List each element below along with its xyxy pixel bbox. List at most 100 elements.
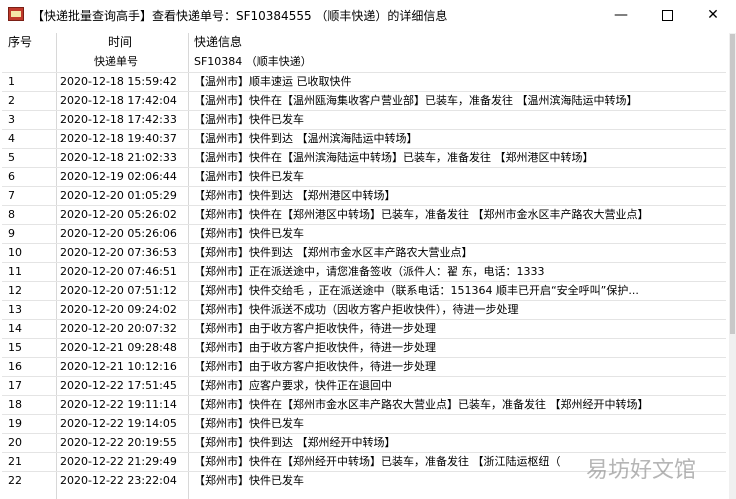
cell-no: 10: [8, 246, 22, 259]
table-row[interactable]: 12 2020-12-20 07:51:12 【郑州市】快件交给毛 ，正在派送途中（…: [2, 281, 726, 300]
cell-time: 2020-12-20 07:51:12: [60, 284, 177, 297]
table-row[interactable]: 19 2020-12-22 19:14:05 【郑州市】快件已发车: [2, 414, 726, 433]
cell-no: 9: [8, 227, 15, 240]
cell-no: 8: [8, 208, 15, 221]
cell-time: 2020-12-22 21:29:49: [60, 455, 177, 468]
cell-no: 17: [8, 379, 22, 392]
cell-no: 15: [8, 341, 22, 354]
close-icon: ✕: [707, 7, 719, 23]
table-row[interactable]: 16 2020-12-21 10:12:16 【郑州市】由于收方客户拒收快件，待进一…: [2, 357, 726, 376]
cell-info: 【郑州市】快件在【郑州市金水区丰产路农大营业点】已装车，准备发往 【郑州经开中转…: [194, 398, 649, 411]
table-row[interactable]: 8 2020-12-20 05:26:02 【郑州市】快件在【郑州港区中转场】已装车…: [2, 205, 726, 224]
cell-time: 2020-12-22 19:11:14: [60, 398, 177, 411]
table-row[interactable]: 10 2020-12-20 07:36:53 【郑州市】快件到达 【郑州市金水区丰产…: [2, 243, 726, 262]
table-row[interactable]: 18 2020-12-22 19:11:14 【郑州市】快件在【郑州市金水区丰产路农…: [2, 395, 726, 414]
cell-info: 【温州市】快件在【温州瓯海集收客户营业部】已装车，准备发往 【温州滨海陆运中转场…: [194, 94, 638, 107]
cell-info: 【郑州市】由于收方客户拒收快件，待进一步处理: [194, 322, 436, 335]
cell-time: 2020-12-20 05:26:02: [60, 208, 177, 221]
cell-no: 21: [8, 455, 22, 468]
cell-time: 2020-12-21 10:12:16: [60, 360, 177, 373]
cell-info: 【温州市】快件已发车: [194, 170, 304, 183]
cell-time: 2020-12-18 17:42:33: [60, 113, 177, 126]
cell-time: 2020-12-22 20:19:55: [60, 436, 177, 449]
cell-no: 22: [8, 474, 22, 487]
cell-no: 20: [8, 436, 22, 449]
table-row[interactable]: 20 2020-12-22 20:19:55 【郑州市】快件到达 【郑州经开中转场】: [2, 433, 726, 452]
cell-time: 2020-12-21 09:28:48: [60, 341, 177, 354]
maximize-button[interactable]: [644, 0, 690, 30]
scrollbar-thumb[interactable]: [730, 34, 735, 334]
cell-info: 【郑州市】快件交给毛 ，正在派送途中（联系电话：151364 顺丰已开启“安全呼…: [194, 284, 639, 297]
cell-time: 2020-12-20 20:07:32: [60, 322, 177, 335]
cell-no: 7: [8, 189, 15, 202]
cell-info: 【郑州市】快件到达 【郑州市金水区丰产路农大营业点】: [194, 246, 473, 259]
cell-info: 【郑州市】快件已发车: [194, 417, 304, 430]
column-header-info[interactable]: 快递信息: [194, 33, 242, 51]
cell-no: 19: [8, 417, 22, 430]
cell-no: 4: [8, 132, 15, 145]
table-row[interactable]: 17 2020-12-22 17:51:45 【郑州市】应客户要求，快件正在退回中: [2, 376, 726, 395]
app-icon: [8, 7, 24, 21]
cell-time: 2020-12-22 23:22:04: [60, 474, 177, 487]
cell-time: 2020-12-18 15:59:42: [60, 75, 177, 88]
tracking-table[interactable]: 序号 时间 快递信息 快递单号 SF10384 （顺丰快递） 1 2020-12-…: [2, 33, 726, 499]
table-row[interactable]: 13 2020-12-20 09:24:02 【郑州市】快件派送不成功（因收方客户拒…: [2, 300, 726, 319]
cell-info: 【郑州市】快件在【郑州港区中转场】已装车，准备发往 【郑州市金水区丰产路农大营业…: [194, 208, 649, 221]
title-bar: 【快递批量查询高手】查看快递单号：SF10384555 （顺丰快递）的详细信息 …: [0, 0, 736, 30]
table-row[interactable]: 15 2020-12-21 09:28:48 【郑州市】由于收方客户拒收快件，待进一…: [2, 338, 726, 357]
tracking-number-value: SF10384 （顺丰快递）: [194, 55, 312, 68]
window-title: 【快递批量查询高手】查看快递单号：SF10384555 （顺丰快递）的详细信息: [32, 9, 448, 23]
cell-no: 5: [8, 151, 15, 164]
minimize-button[interactable]: —: [598, 0, 644, 30]
cell-time: 2020-12-20 09:24:02: [60, 303, 177, 316]
cell-no: 1: [8, 75, 15, 88]
cell-no: 3: [8, 113, 15, 126]
tracking-number-label: 快递单号: [94, 55, 138, 68]
table-row[interactable]: 11 2020-12-20 07:46:51 【郑州市】正在派送途中，请您准备签收（…: [2, 262, 726, 281]
cell-time: 2020-12-19 02:06:44: [60, 170, 177, 183]
cell-no: 12: [8, 284, 22, 297]
table-row[interactable]: 6 2020-12-19 02:06:44 【温州市】快件已发车: [2, 167, 726, 186]
cell-info: 【温州市】快件在【温州滨海陆运中转场】已装车，准备发往 【郑州港区中转场】: [194, 151, 594, 164]
cell-info: 【郑州市】快件派送不成功（因收方客户拒收快件），待进一步处理: [194, 303, 519, 316]
table-row[interactable]: 7 2020-12-20 01:05:29 【郑州市】快件到达 【郑州港区中转场】: [2, 186, 726, 205]
vertical-scrollbar[interactable]: [729, 33, 736, 499]
cell-info: 【郑州市】正在派送途中，请您准备签收（派件人：翟 东，电话：1333: [194, 265, 545, 278]
cell-time: 2020-12-20 07:36:53: [60, 246, 177, 259]
cell-no: 6: [8, 170, 15, 183]
cell-time: 2020-12-22 19:14:05: [60, 417, 177, 430]
cell-info: 【郑州市】快件到达 【郑州港区中转场】: [194, 189, 396, 202]
table-row[interactable]: 14 2020-12-20 20:07:32 【郑州市】由于收方客户拒收快件，待进一…: [2, 319, 726, 338]
table-row[interactable]: 2 2020-12-18 17:42:04 【温州市】快件在【温州瓯海集收客户营业部…: [2, 91, 726, 110]
cell-time: 2020-12-22 17:51:45: [60, 379, 177, 392]
watermark: 易坊好文馆: [586, 458, 697, 483]
cell-info: 【郑州市】由于收方客户拒收快件，待进一步处理: [194, 341, 436, 354]
table-row[interactable]: 5 2020-12-18 21:02:33 【温州市】快件在【温州滨海陆运中转场】已…: [2, 148, 726, 167]
cell-info: 【郑州市】由于收方客户拒收快件，待进一步处理: [194, 360, 436, 373]
table-row[interactable]: 4 2020-12-18 19:40:37 【温州市】快件到达 【温州滨海陆运中转场…: [2, 129, 726, 148]
minimize-icon: —: [614, 7, 628, 23]
cell-info: 【郑州市】快件已发车: [194, 227, 304, 240]
cell-time: 2020-12-18 17:42:04: [60, 94, 177, 107]
column-header-time[interactable]: 时间: [108, 33, 132, 51]
cell-info: 【温州市】快件已发车: [194, 113, 304, 126]
column-header-no[interactable]: 序号: [8, 33, 32, 51]
cell-time: 2020-12-20 05:26:06: [60, 227, 177, 240]
table-row[interactable]: 1 2020-12-18 15:59:42 【温州市】顺丰速运 已收取快件: [2, 72, 726, 91]
cell-no: 13: [8, 303, 22, 316]
cell-info: 【温州市】快件到达 【温州滨海陆运中转场】: [194, 132, 418, 145]
cell-time: 2020-12-20 01:05:29: [60, 189, 177, 202]
cell-info: 【郑州市】应客户要求，快件正在退回中: [194, 379, 392, 392]
cell-no: 11: [8, 265, 22, 278]
table-row[interactable]: 9 2020-12-20 05:26:06 【郑州市】快件已发车: [2, 224, 726, 243]
cell-time: 2020-12-18 19:40:37: [60, 132, 177, 145]
cell-no: 2: [8, 94, 15, 107]
cell-no: 14: [8, 322, 22, 335]
maximize-icon: [661, 9, 673, 21]
close-button[interactable]: ✕: [690, 0, 736, 30]
cell-no: 16: [8, 360, 22, 373]
table-row[interactable]: 3 2020-12-18 17:42:33 【温州市】快件已发车: [2, 110, 726, 129]
cell-info: 【温州市】顺丰速运 已收取快件: [194, 75, 352, 88]
cell-time: 2020-12-20 07:46:51: [60, 265, 177, 278]
cell-time: 2020-12-18 21:02:33: [60, 151, 177, 164]
